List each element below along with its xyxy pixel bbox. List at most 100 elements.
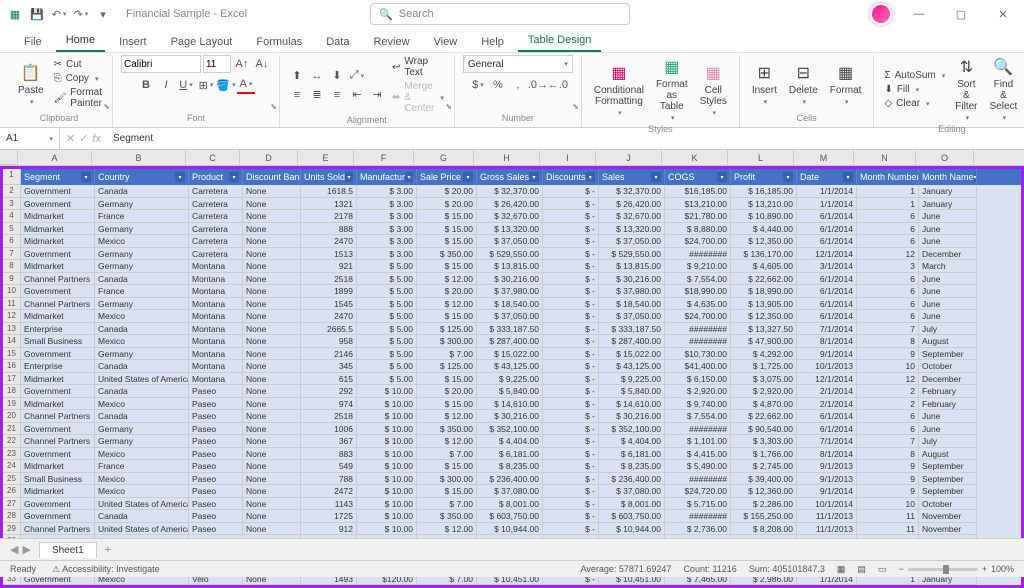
table-row[interactable]: 8MidmarketGermanyMontanaNone921$ 5.00$ 1… [3,260,1021,273]
cell[interactable]: $ 10.00 [357,435,417,448]
align-left-icon[interactable]: ≡ [288,86,306,104]
cell[interactable]: Paseo [189,435,243,448]
cell[interactable]: 549 [301,460,357,473]
table-row[interactable]: 23GovernmentMexicoPaseoNone883$ 10.00$ 7… [3,448,1021,461]
cell[interactable]: 6 [857,410,919,423]
table-row[interactable]: 6MidmarketMexicoCarreteraNone2470$ 3.00$… [3,235,1021,248]
cell[interactable]: None [243,323,301,336]
cell[interactable]: 6 [857,285,919,298]
table-row[interactable]: 2GovernmentCanadaCarreteraNone1618.5$ 3.… [3,185,1021,198]
cell[interactable]: $ 10,890.00 [731,210,797,223]
cell[interactable]: $ - [543,510,599,523]
cell[interactable]: $ 9,225.00 [599,373,665,386]
cell[interactable]: 8/1/2014 [797,448,857,461]
cell[interactable]: Paseo [189,485,243,498]
next-sheet-icon[interactable]: ▶ [22,543,30,556]
cell[interactable]: $ 30,216.00 [477,273,543,286]
cell[interactable]: None [243,435,301,448]
cell[interactable]: September [919,473,977,486]
cell[interactable]: Government [21,285,95,298]
tab-formulas[interactable]: Formulas [246,32,312,52]
cell[interactable]: $ 26,420.00 [477,198,543,211]
cell[interactable]: $ 10.00 [357,485,417,498]
font-size-select[interactable] [203,55,231,73]
cell[interactable]: $ 3.00 [357,185,417,198]
cell[interactable]: $ 37,080.00 [477,485,543,498]
cell[interactable]: Montana [189,323,243,336]
fill-button[interactable]: ⬇Fill▾ [882,83,947,96]
cell[interactable]: None [243,460,301,473]
undo-icon[interactable]: ↶▾ [50,5,68,23]
cell[interactable]: Mexico [95,485,189,498]
cell[interactable]: None [243,373,301,386]
tab-insert[interactable]: Insert [109,32,157,52]
cell[interactable]: $ 14,610.00 [599,398,665,411]
cell[interactable]: 1321 [301,198,357,211]
cell[interactable]: 1545 [301,298,357,311]
cell[interactable]: $ 13,815.00 [599,260,665,273]
table-row[interactable]: 5MidmarketGermanyCarreteraNone888$ 3.00$… [3,223,1021,236]
cell[interactable]: $ 8,208.00 [731,523,797,536]
cell[interactable]: 2470 [301,310,357,323]
cell[interactable]: $ 5,840.00 [599,385,665,398]
cancel-fx-icon[interactable]: ✕ [66,132,75,145]
cell[interactable]: Carretera [189,185,243,198]
cell[interactable]: 11 [857,510,919,523]
cell[interactable]: 2/1/2014 [797,385,857,398]
table-row[interactable]: 3GovernmentGermanyCarreteraNone1321$ 3.0… [3,198,1021,211]
cell[interactable]: 974 [301,398,357,411]
cell[interactable]: $ 12.00 [417,435,477,448]
cell[interactable]: $ 236,400.00 [599,473,665,486]
filter-icon[interactable]: ▾ [974,172,977,182]
cell[interactable]: 10 [857,360,919,373]
cell[interactable]: Government [21,510,95,523]
cell[interactable]: 6 [857,298,919,311]
cell[interactable]: $ 15,022.00 [599,348,665,361]
cell[interactable]: ######## [665,248,731,261]
zoom-level[interactable]: 100% [991,564,1014,574]
filter-icon[interactable]: ▾ [529,172,539,182]
cell[interactable]: June [919,298,977,311]
italic-button[interactable]: I [157,76,175,94]
cell[interactable]: $ 20.00 [417,185,477,198]
name-box[interactable]: A1▾ [0,128,60,149]
cell[interactable]: $ 352,100.00 [599,423,665,436]
cell[interactable]: 10 [857,498,919,511]
cell[interactable]: $ 3.00 [357,223,417,236]
cell[interactable]: 12/1/2014 [797,248,857,261]
cell[interactable]: $ 13,320.00 [477,223,543,236]
cell[interactable]: June [919,210,977,223]
cell[interactable]: $ 43,125.00 [477,360,543,373]
cell[interactable]: 12 [857,248,919,261]
cell[interactable]: None [243,335,301,348]
table-header[interactable]: Manufactur▾ [357,169,417,185]
cell[interactable]: 11/1/2013 [797,510,857,523]
cell[interactable]: $ 10,944.00 [477,523,543,536]
cell[interactable]: $ 18,540.00 [599,298,665,311]
filter-icon[interactable]: ▾ [463,172,473,182]
cell[interactable]: Canada [95,323,189,336]
sheet-tab[interactable]: Sheet1 [39,542,97,558]
cell[interactable]: September [919,460,977,473]
cell[interactable]: $ - [543,235,599,248]
table-header[interactable]: Sales▾ [599,169,665,185]
cell[interactable]: None [243,235,301,248]
cell[interactable]: $ - [543,210,599,223]
cell[interactable]: $ 5.00 [357,373,417,386]
cell[interactable]: 8 [857,335,919,348]
cell[interactable]: $ - [543,423,599,436]
table-row[interactable]: 28GovernmentCanadaPaseoNone1725$ 10.00$ … [3,510,1021,523]
cell[interactable]: $18,990.00 [665,285,731,298]
cell[interactable]: $ 7.00 [417,348,477,361]
cell-styles-button[interactable]: ▦Cell Styles▾ [696,61,731,119]
cell[interactable]: $24,700.00 [665,235,731,248]
cell[interactable]: 958 [301,335,357,348]
cell[interactable]: Germany [95,248,189,261]
align-middle-icon[interactable]: ↔ [308,67,326,85]
table-header[interactable]: Sale Price▾ [417,169,477,185]
cell[interactable]: Government [21,198,95,211]
cell[interactable]: France [95,460,189,473]
cell[interactable]: 615 [301,373,357,386]
cell[interactable]: $ 4,870.00 [731,398,797,411]
cell[interactable]: $ 1,766.00 [731,448,797,461]
